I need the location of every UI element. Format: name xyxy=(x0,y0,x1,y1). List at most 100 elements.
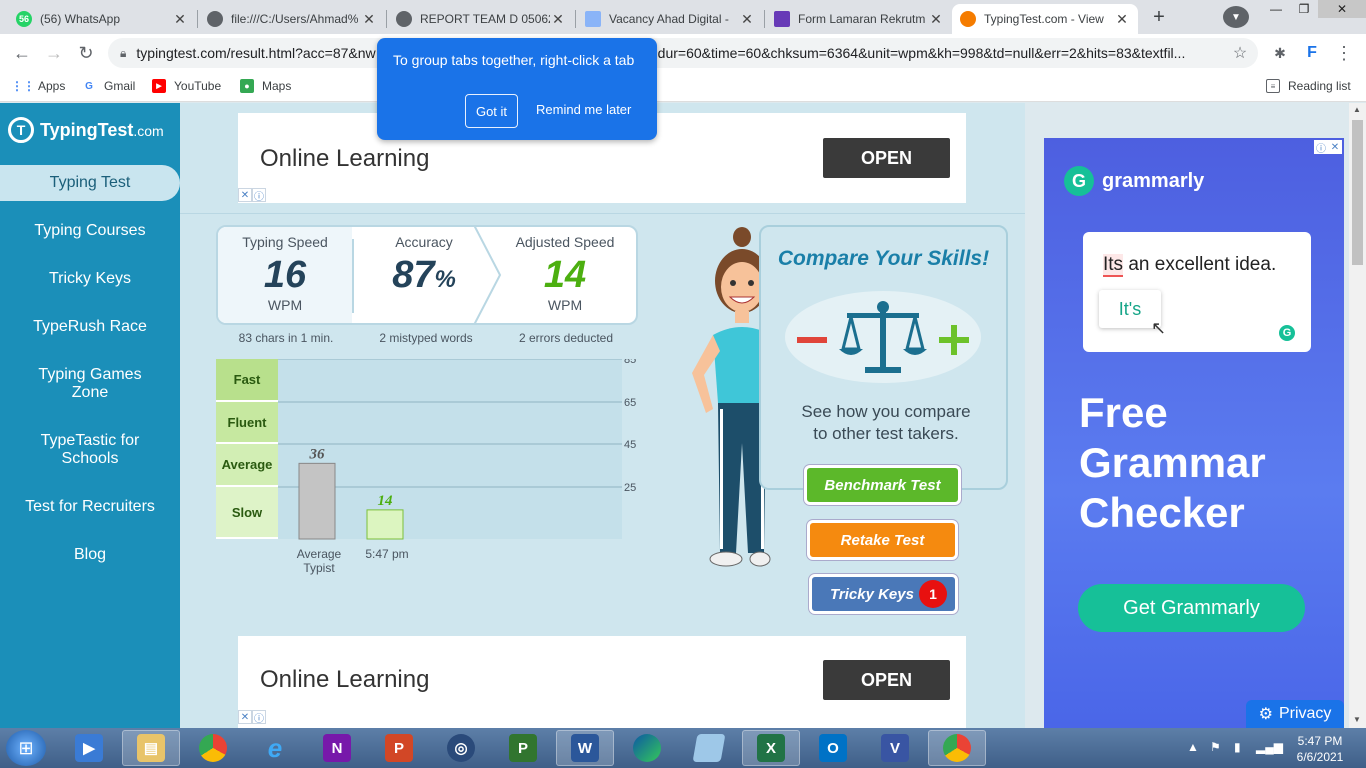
window-close-icon[interactable]: ✕ xyxy=(1318,0,1366,18)
tab-vacancy[interactable]: Vacancy Ahad Digital - ✕ xyxy=(577,4,763,34)
nav-typing-courses[interactable]: Typing Courses xyxy=(0,222,180,240)
extensions-icon[interactable]: ✱ xyxy=(1268,42,1292,64)
taskbar-chrome-active[interactable] xyxy=(928,730,986,766)
nav-typetastic-for-schools[interactable]: TypeTastic for Schools xyxy=(0,432,180,468)
ad-controls: ⓘ ✕ xyxy=(1314,140,1342,155)
main-content: Online Learning OPEN ✕ ⓘ Typing Speed 16 … xyxy=(180,103,1025,728)
scrollbar-thumb[interactable] xyxy=(1352,120,1363,265)
windows-start-icon[interactable]: ⊞ xyxy=(6,730,46,766)
tab-typingtest[interactable]: TypingTest.com - View ✕ xyxy=(952,4,1138,34)
page-scrollbar[interactable]: ▲ ▼ xyxy=(1349,103,1366,728)
nav-tricky-keys[interactable]: Tricky Keys xyxy=(0,270,180,288)
taskbar-powerpoint[interactable]: P xyxy=(370,730,428,766)
nav-typing-games-zone[interactable]: Typing Games Zone xyxy=(0,366,180,402)
remind-later-button[interactable]: Remind me later xyxy=(536,102,631,117)
taskbar-ie[interactable]: e xyxy=(246,730,304,766)
bottom-ad-banner[interactable]: Online Learning OPEN xyxy=(238,636,966,728)
demo-error-word: Its xyxy=(1103,254,1124,277)
powerpoint-icon: P xyxy=(385,734,413,762)
scale-icon xyxy=(785,291,981,383)
taskbar-excel[interactable]: X xyxy=(742,730,800,766)
privacy-button[interactable]: ⚙ Privacy xyxy=(1246,700,1344,728)
tray-battery-icon[interactable]: ▮ xyxy=(1234,740,1241,754)
taskbar-outlook[interactable]: O xyxy=(804,730,862,766)
maximize-icon[interactable]: ❐ xyxy=(1290,0,1318,18)
adjusted-speed-unit: WPM xyxy=(547,297,583,313)
bookmark-maps[interactable]: ● Maps xyxy=(240,79,291,93)
taskbar-edge[interactable] xyxy=(618,730,676,766)
chart-bar xyxy=(366,509,404,540)
reload-icon[interactable]: ↻ xyxy=(74,42,98,64)
tray-network-icon[interactable]: ▂▄▆ xyxy=(1256,740,1283,754)
globe-icon xyxy=(207,11,223,27)
nav-typerush-race[interactable]: TypeRush Race xyxy=(0,318,180,336)
reading-list-button[interactable]: ≡ Reading list xyxy=(1266,79,1351,93)
chart-data-label: 14 xyxy=(378,493,394,509)
ad-open-button[interactable]: OPEN xyxy=(823,660,950,700)
extension-f-icon[interactable]: F xyxy=(1300,42,1324,64)
get-grammarly-button[interactable]: Get Grammarly xyxy=(1078,584,1305,632)
taskbar-app-globe[interactable]: ◎ xyxy=(432,730,490,766)
adjusted-speed-value: 14 xyxy=(543,254,587,296)
bookmark-youtube[interactable]: ▶ YouTube xyxy=(152,79,221,93)
star-icon[interactable]: ☆ xyxy=(1228,42,1252,64)
bookmark-label: Maps xyxy=(262,79,292,93)
forward-icon[interactable]: → xyxy=(42,42,66,64)
ad-close-icon[interactable]: ✕ xyxy=(238,710,252,724)
benchmark-test-button[interactable]: Benchmark Test xyxy=(804,465,961,505)
taskbar-onenote[interactable]: N xyxy=(308,730,366,766)
back-icon[interactable]: ← xyxy=(10,42,34,64)
scroll-down-icon[interactable]: ▼ xyxy=(1353,715,1361,724)
menu-icon[interactable]: ⋮ xyxy=(1332,42,1356,64)
taskbar-project[interactable]: P xyxy=(494,730,552,766)
tricky-keys-button[interactable]: Tricky Keys 1 xyxy=(809,574,958,614)
chrome-icon xyxy=(199,734,227,762)
close-icon[interactable]: ✕ xyxy=(550,11,566,28)
close-icon[interactable]: ✕ xyxy=(172,11,188,28)
scroll-up-icon[interactable]: ▲ xyxy=(1353,105,1361,114)
ad-info-icon[interactable]: ⓘ xyxy=(1314,140,1328,155)
tab-whatsapp[interactable]: 56 (56) WhatsApp ✕ xyxy=(8,4,196,34)
taskbar-notes[interactable] xyxy=(680,730,738,766)
chart-tick-label: 65 xyxy=(624,397,636,409)
tray-expand-icon[interactable]: ▲ xyxy=(1187,740,1199,754)
new-tab-button[interactable]: + xyxy=(1145,5,1173,29)
ad-info-icon[interactable]: ⓘ xyxy=(252,710,266,725)
got-it-button[interactable]: Got it xyxy=(465,94,518,128)
nav-test-for-recruiters[interactable]: Test for Recruiters xyxy=(0,498,180,516)
tray-flag-icon[interactable]: ⚑ xyxy=(1210,740,1221,754)
close-icon[interactable]: ✕ xyxy=(361,11,377,28)
taskbar-explorer[interactable]: ▤ xyxy=(122,730,180,766)
ad-close-icon[interactable]: ✕ xyxy=(1328,140,1342,154)
ad-open-button[interactable]: OPEN xyxy=(823,138,950,178)
taskbar-clock[interactable]: 5:47 PM 6/6/2021 xyxy=(1284,733,1356,765)
url-input[interactable]: 🔒︎ typingtest.com/result.html?acc=87&nw … xyxy=(108,38,1258,68)
close-icon[interactable]: ✕ xyxy=(1114,11,1130,28)
globe-icon: ◎ xyxy=(447,734,475,762)
taskbar-chrome[interactable] xyxy=(184,730,242,766)
taskbar-word[interactable]: W xyxy=(556,730,614,766)
minimize-icon[interactable]: — xyxy=(1262,0,1290,18)
tab-form[interactable]: Form Lamaran Rekrutm ✕ xyxy=(766,4,952,34)
retake-test-button[interactable]: Retake Test xyxy=(807,520,958,560)
google-icon: G xyxy=(85,80,93,92)
bookmark-apps[interactable]: ⋮⋮ Apps xyxy=(11,79,65,93)
nav-typing-test[interactable]: Typing Test xyxy=(0,165,180,201)
grammarly-ad[interactable]: ⓘ ✕ G grammarly Its an excellent idea. It… xyxy=(1044,138,1344,728)
ad-info-icon[interactable]: ⓘ xyxy=(252,188,266,203)
profile-chevron-icon[interactable]: ▼ xyxy=(1223,6,1249,28)
taskbar-visio[interactable]: V xyxy=(866,730,924,766)
grammarly-demo-card: Its an excellent idea. It's ↖ G xyxy=(1083,232,1311,352)
ad-controls: ✕ ⓘ xyxy=(238,710,266,725)
close-icon[interactable]: ✕ xyxy=(928,11,944,28)
nav-blog[interactable]: Blog xyxy=(0,546,180,564)
tricky-keys-label: Tricky Keys xyxy=(830,585,914,603)
ad-close-icon[interactable]: ✕ xyxy=(238,188,252,202)
tab-file[interactable]: file:///C:/Users/Ahmad% ✕ xyxy=(199,4,385,34)
close-icon[interactable]: ✕ xyxy=(739,11,755,28)
tab-report[interactable]: REPORT TEAM D 05062 ✕ xyxy=(388,4,574,34)
site-logo[interactable]: T TypingTest.com xyxy=(8,117,164,143)
headline-line-2: Grammar xyxy=(1079,439,1266,486)
bookmark-gmail[interactable]: G Gmail xyxy=(82,79,135,93)
taskbar-media-player[interactable]: ▶ xyxy=(60,730,118,766)
